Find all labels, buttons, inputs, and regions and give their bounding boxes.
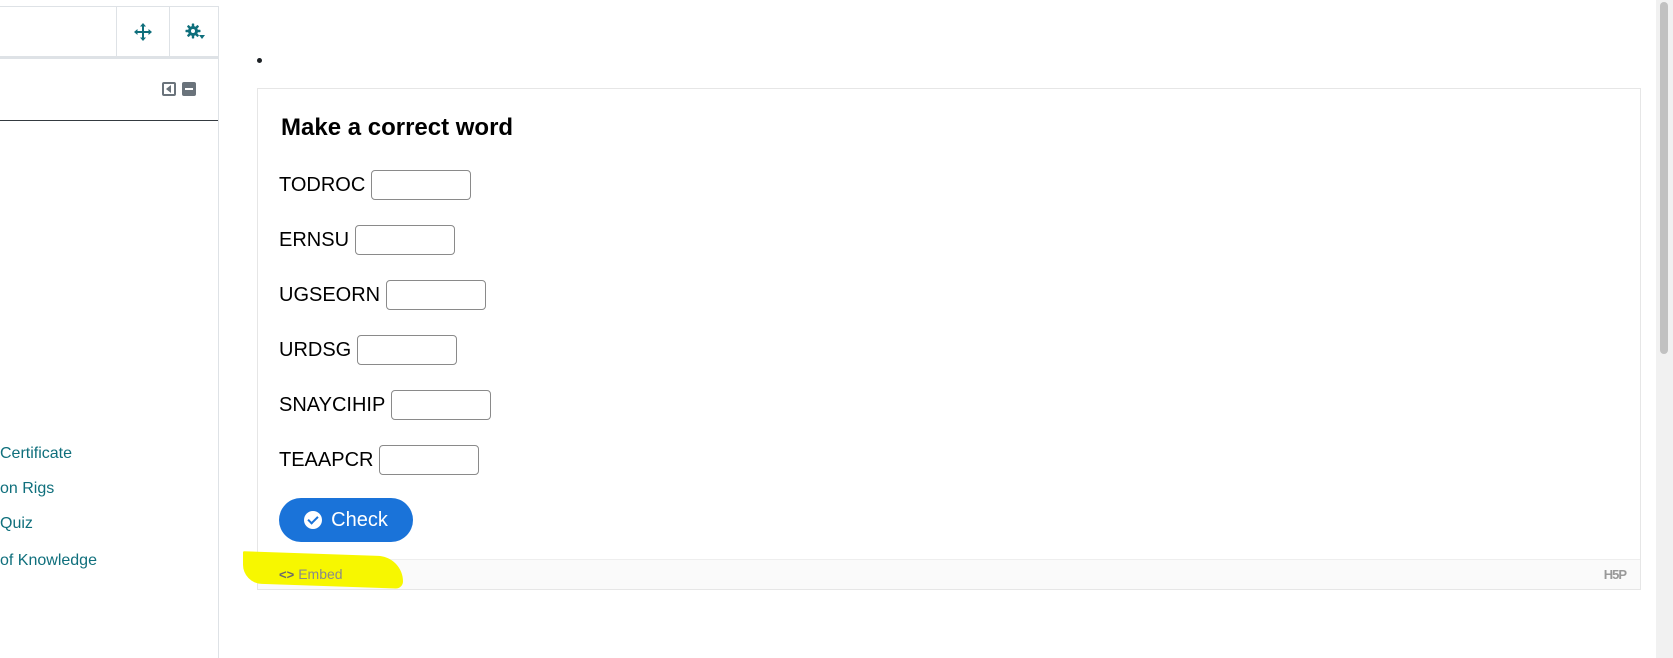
sidebar-link-rigs[interactable]: on Rigs <box>0 480 54 498</box>
scrollbar-thumb[interactable] <box>1660 2 1668 354</box>
sidebar-link-certificate[interactable]: Certificate <box>0 445 72 463</box>
h5p-logo-icon[interactable]: H5P <box>1604 567 1627 582</box>
sidebar-link-quiz[interactable]: Quiz <box>0 515 33 533</box>
gear-icon <box>185 23 205 39</box>
divider <box>0 120 218 121</box>
block-header <box>0 7 218 59</box>
activity-title: Make a correct word <box>281 114 514 141</box>
puzzle-row: TODROC <box>279 170 472 200</box>
hide-block-icon[interactable] <box>182 82 196 96</box>
h5p-activity: Make a correct word TODROC ERNSU UGSEORN… <box>243 88 1641 590</box>
scrambled-word: TODROC <box>279 173 366 196</box>
move-block-button[interactable] <box>116 7 169 56</box>
scrambled-word: TEAAPCR <box>279 448 374 471</box>
answer-input[interactable] <box>355 225 456 255</box>
h5p-footer: <> Embed H5P <box>243 551 1640 589</box>
block-sidebar: Certificate on Rigs Quiz of Knowledge <box>0 6 219 658</box>
embed-button[interactable]: <> Embed <box>279 566 343 582</box>
dock-block-icon[interactable] <box>162 82 176 96</box>
puzzle-row: URDSG <box>279 335 458 365</box>
scrambled-word: UGSEORN <box>279 283 381 306</box>
puzzle-row: UGSEORN <box>279 280 487 310</box>
sidebar-link-knowledge[interactable]: of Knowledge <box>0 552 97 570</box>
code-brackets-icon: <> <box>279 566 295 582</box>
answer-input[interactable] <box>386 280 487 310</box>
scrambled-word: URDSG <box>279 338 352 361</box>
page-scrollbar[interactable] <box>1656 0 1673 658</box>
answer-input[interactable] <box>379 445 480 475</box>
answer-input[interactable] <box>371 170 472 200</box>
block-actions-button[interactable] <box>169 7 219 56</box>
check-button-label: Check <box>331 508 388 531</box>
scrambled-word: SNAYCIHIP <box>279 393 386 416</box>
puzzle-row: TEAAPCR <box>279 445 480 475</box>
answer-input[interactable] <box>391 390 492 420</box>
block-controls <box>162 82 196 96</box>
list-bullet <box>257 58 262 63</box>
puzzle-row: ERNSU <box>279 225 456 255</box>
move-arrows-icon <box>134 22 152 41</box>
check-button[interactable]: Check <box>279 498 413 542</box>
check-circle-icon <box>304 511 323 529</box>
embed-label: Embed <box>298 566 343 582</box>
scrambled-word: ERNSU <box>279 228 350 251</box>
puzzle-row: SNAYCIHIP <box>279 390 492 420</box>
answer-input[interactable] <box>357 335 458 365</box>
